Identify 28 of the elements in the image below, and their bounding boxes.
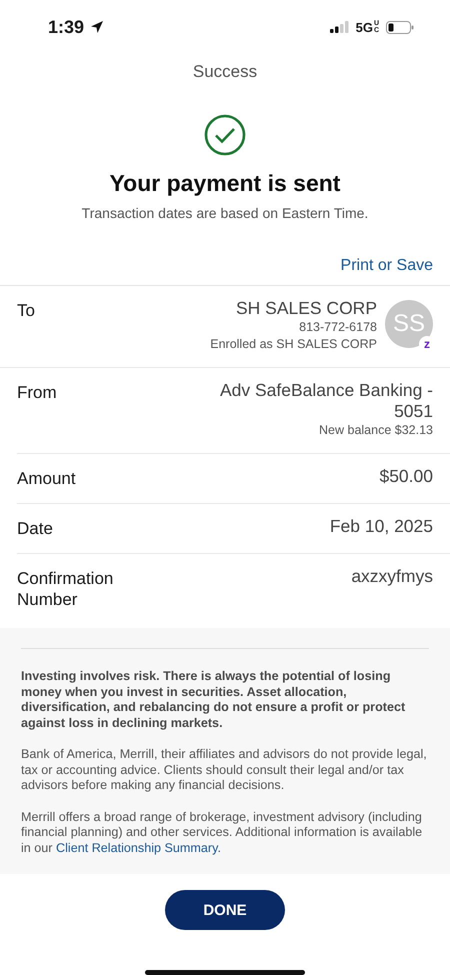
signal-icon bbox=[330, 21, 350, 33]
detail-label: Confirmation Number bbox=[17, 568, 114, 610]
battery-icon bbox=[386, 20, 414, 34]
location-arrow-icon bbox=[90, 20, 104, 34]
disclosure-paragraph: Investing involves risk. There is always the potential of losing money when you invest in securities. Asset allocation, diversification, and rebalancing do not ensure a profit or protect against loss in declining markets. bbox=[21, 669, 406, 731]
check-circle-icon bbox=[204, 114, 246, 156]
detail-label: From bbox=[17, 382, 58, 404]
detail-subtext: 813-772-6178 bbox=[299, 319, 377, 336]
detail-subtext: New balance $32.13 bbox=[319, 422, 433, 439]
detail-label: To bbox=[17, 300, 36, 322]
screen-title: Success bbox=[192, 62, 258, 82]
disclosure-paragraph: Bank of America, Merrill, their affiliates and advisors do not provide legal, tax or accounting advice. Clients should consult their legal and/or tax advisors before making any financial decisions. bbox=[21, 747, 428, 794]
detail-label: Date bbox=[17, 518, 54, 539]
network-label: 5G bbox=[356, 20, 373, 34]
detail-value: SH SALES CORP bbox=[236, 298, 377, 319]
timezone-note: Transaction dates are based on Eastern Time. bbox=[82, 205, 368, 221]
print-save-link[interactable]: Print or Save bbox=[340, 257, 433, 275]
confirmation-heading: Your payment is sent bbox=[110, 170, 340, 197]
detail-value: Adv SafeBalance Banking - 5051 bbox=[218, 380, 433, 422]
detail-label: Amount bbox=[17, 468, 77, 489]
detail-value: axzxyfmys bbox=[351, 566, 433, 587]
done-button[interactable]: DONE bbox=[165, 890, 285, 930]
summary-link[interactable]: Client Relationship Summary. bbox=[56, 840, 221, 854]
detail-value: Feb 10, 2025 bbox=[330, 516, 433, 537]
clock-time: 1:39 bbox=[48, 16, 84, 38]
detail-subtext: Enrolled as SH SALES CORP bbox=[210, 336, 377, 353]
detail-value: $50.00 bbox=[379, 466, 433, 487]
disclosure-paragraph: Merrill offers a broad range of brokerage, investment advisory (including financial planning) and other services. Additional information is available in our Client Relationship Summary. bbox=[21, 810, 424, 856]
